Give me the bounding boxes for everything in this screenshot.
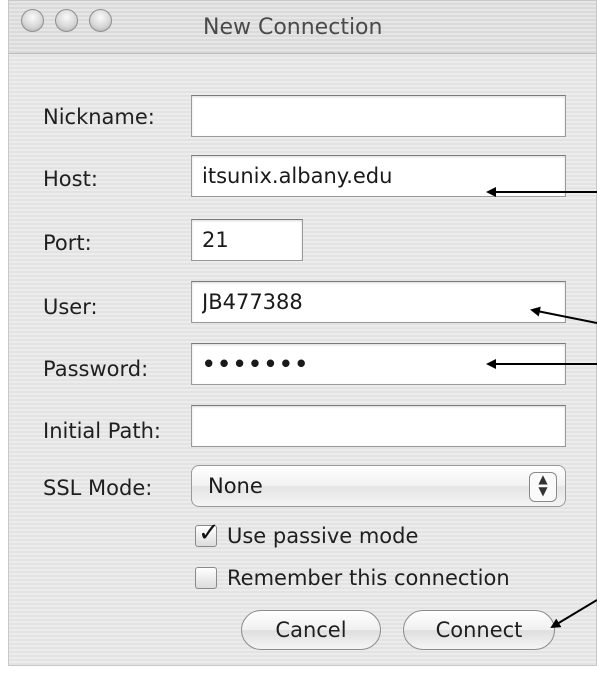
user-input[interactable] bbox=[192, 282, 565, 322]
title-bar: New Connection bbox=[9, 1, 596, 54]
ssl-mode-value: None bbox=[208, 474, 263, 498]
ssl-mode-select[interactable]: None ▲ ▼ bbox=[191, 465, 566, 507]
password-input[interactable] bbox=[192, 344, 565, 384]
new-connection-dialog: New Connection Nickname: Host: Port: Use… bbox=[8, 0, 597, 666]
port-label: Port: bbox=[43, 231, 92, 255]
host-input[interactable] bbox=[192, 156, 565, 196]
initial-path-input[interactable] bbox=[192, 406, 565, 446]
connect-button[interactable]: Connect bbox=[403, 610, 555, 650]
up-down-arrows-icon[interactable]: ▲ ▼ bbox=[529, 472, 557, 502]
nickname-label: Nickname: bbox=[43, 105, 155, 129]
password-label: Password: bbox=[43, 357, 149, 381]
passive-mode-checkbox[interactable]: ✓ bbox=[195, 518, 220, 548]
minimize-window-button[interactable] bbox=[55, 9, 78, 32]
initial-path-field[interactable] bbox=[191, 405, 566, 447]
port-field[interactable] bbox=[191, 219, 303, 261]
cancel-button[interactable]: Cancel bbox=[241, 610, 381, 650]
password-field[interactable] bbox=[191, 343, 566, 385]
nickname-input[interactable] bbox=[192, 96, 565, 136]
ssl-mode-label: SSL Mode: bbox=[43, 476, 153, 500]
host-label: Host: bbox=[43, 167, 98, 191]
port-input[interactable] bbox=[192, 220, 302, 260]
passive-mode-label[interactable]: Use passive mode bbox=[227, 524, 418, 548]
window-title: New Connection bbox=[203, 15, 383, 40]
host-field[interactable] bbox=[191, 155, 566, 197]
close-window-button[interactable] bbox=[21, 9, 44, 32]
checkmark-icon: ✓ bbox=[198, 518, 220, 548]
zoom-window-button[interactable] bbox=[89, 9, 112, 32]
remember-connection-label[interactable]: Remember this connection bbox=[227, 566, 510, 590]
remember-connection-checkbox[interactable] bbox=[195, 567, 217, 589]
user-field[interactable] bbox=[191, 281, 566, 323]
user-label: User: bbox=[43, 295, 98, 319]
initial-path-label: Initial Path: bbox=[43, 419, 161, 443]
nickname-field[interactable] bbox=[191, 95, 566, 137]
